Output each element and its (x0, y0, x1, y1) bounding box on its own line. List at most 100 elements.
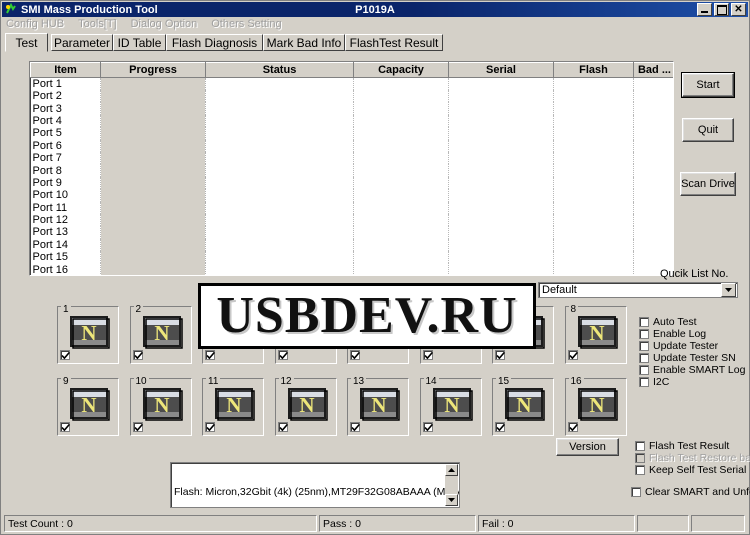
checkbox-box[interactable] (631, 487, 641, 497)
port-table[interactable]: Item Progress Status Capacity Serial Fla… (29, 61, 674, 276)
flash-info-log[interactable]: Flash: Micron,32Gbit (4k) (25nm),MT29F32… (170, 462, 460, 508)
table-row[interactable]: Port 1 (30, 77, 673, 90)
table-row[interactable]: Port 16 (30, 263, 673, 275)
slot-enable-checkbox[interactable] (495, 350, 506, 360)
table-row[interactable]: Port 14 (30, 238, 673, 252)
cell-flash (553, 90, 634, 103)
flashtest-checkbox-2[interactable]: Keep Self Test Serial (635, 464, 750, 476)
drive-slot[interactable]: 11 N (202, 377, 264, 436)
slot-enable-checkbox[interactable] (132, 350, 143, 360)
tab-id-table[interactable]: ID Table (113, 34, 166, 51)
slot-enable-checkbox[interactable] (205, 422, 216, 432)
table-row[interactable]: Port 8 (30, 164, 673, 177)
minimize-button[interactable] (697, 3, 712, 16)
drive-slot[interactable]: 15 N (492, 377, 554, 436)
checkbox-box[interactable] (639, 353, 649, 363)
option-checkbox-5[interactable]: I2C (639, 376, 745, 388)
menu-item-dialog-option[interactable]: Dialog Option (131, 18, 198, 30)
column-header-status[interactable]: Status (205, 62, 354, 78)
menu-item-others-setting[interactable]: Others Setting (211, 18, 281, 30)
slot-enable-checkbox[interactable] (132, 422, 143, 432)
tab-parameter[interactable]: Parameter (51, 34, 113, 51)
drive-slot[interactable]: 12 N (274, 377, 337, 436)
drive-slot[interactable]: 13 N (347, 376, 409, 436)
scroll-down-icon[interactable] (445, 494, 458, 506)
table-row[interactable]: Port 3 (30, 102, 673, 115)
log-scrollbar[interactable] (445, 464, 458, 506)
checkbox-box[interactable] (639, 377, 649, 387)
cell-status (205, 127, 354, 140)
cell-serial (448, 176, 554, 190)
checkbox-box[interactable] (639, 329, 649, 339)
menu-item-config-hub[interactable]: Config HUB (6, 18, 64, 30)
table-row[interactable]: Port 10 (30, 189, 673, 202)
checkbox-box[interactable] (635, 441, 645, 451)
option-checkbox-2[interactable]: Update Tester (639, 340, 745, 352)
drive-slot[interactable]: 10 N (129, 377, 192, 436)
slot-number: 13 (351, 376, 367, 387)
slot-enable-checkbox[interactable] (422, 350, 433, 360)
close-button[interactable]: ✕ (731, 3, 746, 16)
version-button[interactable]: Version (556, 438, 619, 456)
option-checkbox-4[interactable]: Enable SMART Log (639, 364, 745, 376)
quick-list-combobox[interactable]: Default (538, 282, 738, 298)
slot-enable-checkbox[interactable] (277, 350, 288, 360)
tab-flashtest-result[interactable]: FlashTest Result (345, 34, 443, 51)
column-header-flash[interactable]: Flash (553, 62, 634, 78)
slot-enable-checkbox[interactable] (60, 422, 71, 432)
option-checkbox-3[interactable]: Update Tester SN (639, 352, 745, 364)
tab-flash-diagnosis[interactable]: Flash Diagnosis (166, 34, 263, 51)
slot-enable-checkbox[interactable] (205, 350, 216, 360)
drive-slot[interactable]: 1N (57, 305, 119, 364)
checkbox-box[interactable] (639, 365, 649, 375)
flashtest-checkbox-0[interactable]: Flash Test Result (635, 440, 750, 452)
slot-enable-checkbox[interactable] (567, 350, 578, 360)
table-row[interactable]: Port 15 (30, 251, 673, 264)
tab-test[interactable]: Test (5, 33, 48, 52)
table-row[interactable]: Port 5 (30, 127, 673, 140)
slot-enable-checkbox[interactable] (567, 422, 578, 432)
table-row[interactable]: Port 12 (30, 213, 673, 227)
slot-enable-checkbox[interactable] (277, 422, 288, 432)
cell-progress (100, 114, 206, 128)
start-button[interactable]: Start (681, 72, 735, 98)
scroll-up-icon[interactable] (445, 464, 458, 476)
cell-item: Port 16 (30, 263, 101, 275)
column-header-progress[interactable]: Progress (100, 62, 206, 78)
checkbox-box[interactable] (639, 317, 649, 327)
drive-slot[interactable]: 8N (564, 305, 627, 364)
drive-slot[interactable]: 2N (129, 305, 192, 364)
column-header-serial[interactable]: Serial (448, 62, 554, 78)
table-row[interactable]: Port 4 (30, 114, 673, 128)
slot-enable-checkbox[interactable] (60, 350, 71, 360)
quit-button[interactable]: Quit (682, 118, 734, 142)
column-header-item[interactable]: Item (30, 62, 101, 78)
option-checkbox-1[interactable]: Enable Log (639, 328, 745, 340)
slot-enable-checkbox[interactable] (350, 350, 361, 360)
table-row[interactable]: Port 2 (30, 90, 673, 103)
drive-slot[interactable]: 16 N (564, 377, 627, 436)
table-row[interactable]: Port 11 (30, 201, 673, 214)
slot-enable-checkbox[interactable] (422, 422, 433, 432)
table-row[interactable]: Port 7 (30, 151, 673, 165)
chevron-down-icon[interactable] (721, 283, 736, 297)
option-checkbox-0[interactable]: Auto Test (639, 316, 745, 328)
checkbox-box[interactable] (639, 341, 649, 351)
slot-enable-checkbox[interactable] (350, 422, 361, 432)
table-row[interactable]: Port 13 (30, 226, 673, 239)
column-header-bad[interactable]: Bad ... (633, 62, 673, 78)
checkbox-box[interactable] (635, 465, 645, 475)
extra-checkbox-0[interactable]: Clear SMART and Unformat (631, 486, 750, 498)
table-row[interactable]: Port 9 (30, 176, 673, 190)
extra-options-group: Clear SMART and Unformat (631, 486, 750, 498)
maximize-button[interactable] (714, 3, 729, 16)
menu-item-tools[interactable]: Tools[T] (78, 18, 117, 30)
drive-slot[interactable]: 14 N (419, 377, 482, 436)
scan-drive-button[interactable]: Scan Drive (680, 172, 736, 196)
slot-enable-checkbox[interactable] (495, 422, 506, 432)
cell-status (205, 164, 354, 177)
tab-mark-bad-info[interactable]: Mark Bad Info (263, 34, 345, 51)
drive-slot[interactable]: 9N (57, 377, 119, 436)
column-header-capacity[interactable]: Capacity (353, 62, 449, 78)
table-row[interactable]: Port 6 (30, 139, 673, 152)
